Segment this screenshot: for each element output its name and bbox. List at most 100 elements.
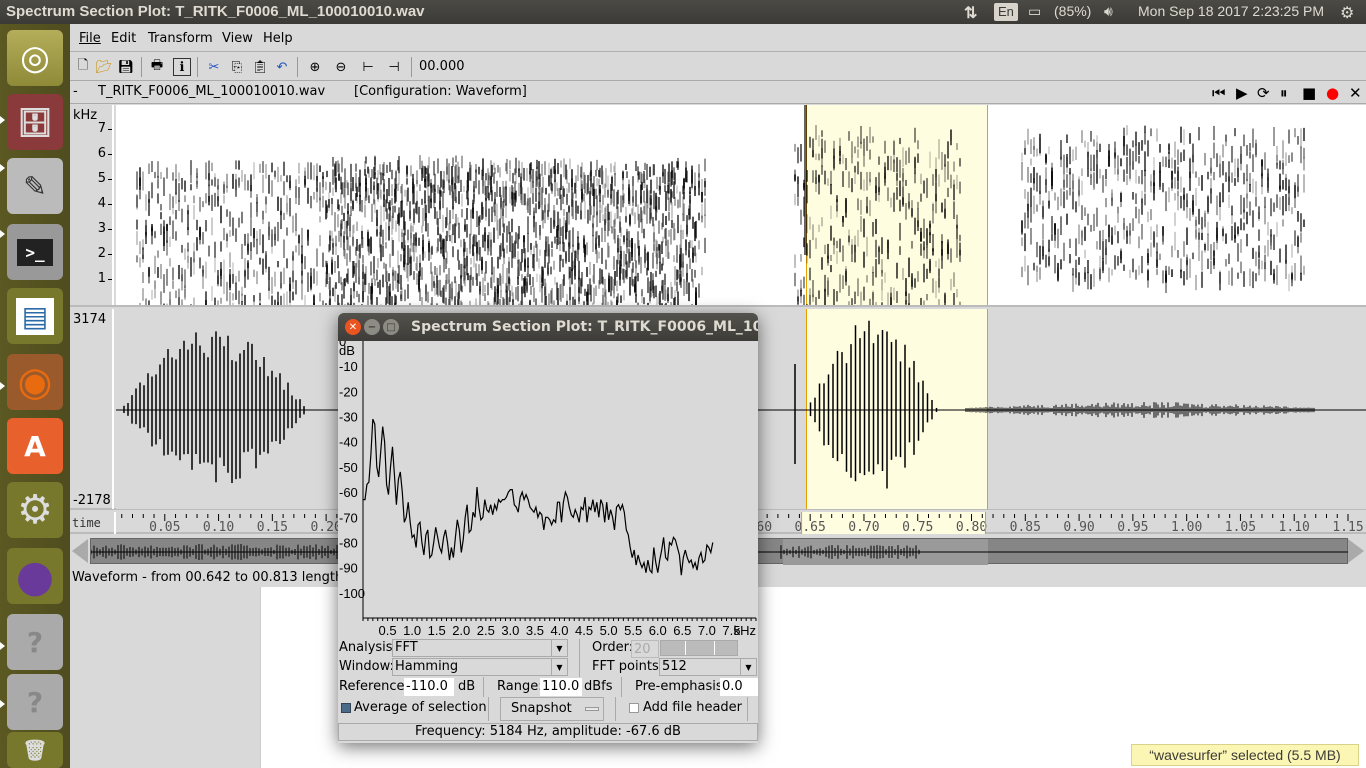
spectrogram-pane[interactable]: kHz 7654321 [70, 105, 1366, 307]
order-input[interactable]: 20 [631, 640, 659, 658]
time-tick-label: 1.10 [1279, 520, 1310, 534]
close-pane-icon[interactable]: ✕ [1349, 84, 1362, 102]
spectrogram-cell [688, 250, 690, 258]
keyboard-layout-indicator[interactable]: En [994, 3, 1018, 21]
order-slider-handle[interactable] [685, 641, 715, 655]
spectrogram-cell [286, 202, 288, 212]
spectrogram-cell [620, 295, 622, 303]
spectrogram-cell [550, 217, 552, 234]
preemphasis-input[interactable]: 0.0 [720, 678, 758, 696]
menu-transform[interactable]: Transform [148, 31, 213, 46]
record-icon[interactable]: ● [1326, 84, 1339, 102]
spectrogram-cell [214, 192, 216, 207]
spectrogram-cell [1036, 272, 1038, 282]
spectrogram-cell [1063, 154, 1065, 168]
print-icon[interactable]: 🖶 [148, 58, 166, 76]
zoom-selection-icon[interactable]: ⊢ [359, 58, 377, 76]
spectrum-plot[interactable]: 0 -10 -20 -30 -40 -50 -60 -70 -80 -90 -100 dB 0.5 1.0… [338, 334, 758, 646]
minimize-window-icon[interactable]: − [364, 319, 380, 335]
launcher-item-settings[interactable]: ⚙ [7, 482, 63, 538]
menu-help[interactable]: Help [263, 31, 293, 46]
menu-view[interactable]: View [222, 31, 253, 46]
pane-menu-dash[interactable]: - [73, 84, 78, 99]
spectrogram-cell [839, 274, 841, 293]
cut-icon[interactable]: ✂ [205, 58, 223, 76]
stop-icon[interactable]: ■ [1302, 84, 1316, 102]
spectrogram-cell [629, 239, 631, 248]
spectrogram-cell [863, 138, 865, 156]
launcher-item-eclipse[interactable]: ● [7, 548, 63, 604]
spectrogram-cell [368, 195, 370, 204]
spectrogram-cell [812, 224, 814, 241]
new-file-icon[interactable]: 🗋 [74, 58, 92, 76]
open-folder-icon[interactable]: 📂︎ [95, 58, 113, 76]
zoom-fit-icon[interactable]: ⊣ [385, 58, 403, 76]
launcher-item-trash[interactable]: 🗑︎ [7, 732, 63, 768]
spectrogram-cell [575, 188, 577, 199]
clock[interactable]: Mon Sep 18 2017 2:23:25 PM [1138, 3, 1324, 19]
spectrogram-cell [827, 277, 829, 297]
spectrogram-cell [566, 211, 568, 232]
fft-points-select[interactable]: 512 ▼ [659, 658, 757, 676]
dialog-title-bar[interactable]: ✕ − □ Spectrum Section Plot: T_RITK_F000… [338, 313, 758, 341]
scroll-right-arrow[interactable] [1348, 539, 1364, 563]
spectrogram-cell [350, 188, 352, 204]
paste-icon[interactable]: 📋︎ [251, 58, 269, 76]
maximize-window-icon[interactable]: □ [383, 319, 399, 335]
spectrogram-cell [1261, 185, 1263, 195]
network-icon[interactable]: ⇅ [964, 3, 977, 23]
launcher-item-unknown-1[interactable]: ? [7, 614, 63, 670]
spectrogram-cell [377, 170, 379, 180]
launcher-item-impress[interactable]: ▤ [7, 288, 63, 344]
analysis-select[interactable]: FFT ▼ [392, 639, 568, 657]
spectrogram-cell [896, 291, 898, 303]
menu-file[interactable]: File [79, 31, 101, 46]
battery-icon[interactable]: ▭ [1028, 3, 1041, 20]
battery-percent[interactable]: (85%) [1054, 3, 1091, 19]
save-disk-icon[interactable]: 💾︎ [117, 58, 135, 76]
spectrogram-cell [529, 301, 531, 305]
spectrogram-cell [794, 272, 796, 287]
spectrum-chart[interactable]: 0-10-20-30-40-50-60-70-80-90-100dB0.5 1.0… [338, 334, 758, 646]
window-select[interactable]: Hamming ▼ [392, 658, 568, 676]
power-gear-icon[interactable]: ⚙ [1340, 3, 1354, 23]
launcher-item-dash[interactable]: ◎ [7, 30, 63, 86]
properties-icon[interactable]: ℹ [173, 58, 191, 76]
spectrogram-cell [1111, 192, 1113, 201]
pause-icon[interactable]: ⏸ [1280, 84, 1288, 102]
spectrogram-cell [1249, 151, 1251, 159]
launcher-item-firefox[interactable]: ◉ [7, 354, 63, 410]
add-file-header-checkbox[interactable] [629, 703, 639, 713]
zoom-out-icon[interactable]: ⊖ [332, 58, 350, 76]
zoom-in-icon[interactable]: ⊕ [306, 58, 324, 76]
play-icon[interactable]: ▶ [1236, 84, 1248, 102]
spectrogram-cell [571, 268, 573, 285]
spectrogram-cell [815, 153, 817, 160]
spectrogram-cell [569, 286, 571, 301]
spectrogram-cell [926, 268, 928, 279]
volume-icon[interactable]: 🔊︎ [1104, 3, 1113, 20]
order-slider[interactable] [660, 640, 738, 656]
copy-icon[interactable]: ⎘ [228, 58, 246, 76]
spectrogram-cell [353, 302, 355, 305]
launcher-item-terminal[interactable]: >_ [7, 224, 63, 280]
undo-icon[interactable]: ↶ [273, 58, 291, 76]
spectrogram-image[interactable] [116, 105, 1366, 305]
launcher-item-text-editor[interactable]: ✎ [7, 158, 63, 214]
launcher-item-unknown-2[interactable]: ? [7, 674, 63, 730]
menu-edit[interactable]: Edit [111, 31, 136, 46]
play-loop-icon[interactable]: ⟳ [1257, 84, 1270, 102]
launcher-item-software-center[interactable]: A [7, 418, 63, 474]
spectrogram-cell [1027, 203, 1029, 218]
reference-input[interactable]: -110.0 [404, 678, 454, 696]
average-checkbox[interactable] [341, 703, 351, 713]
spectrogram-cell [560, 254, 562, 261]
snapshot-button[interactable]: Snapshot [500, 697, 604, 721]
scroll-left-arrow[interactable] [72, 539, 88, 563]
skip-back-icon[interactable]: ⏮ [1212, 84, 1226, 102]
launcher-item-files[interactable]: 🗄︎ [7, 94, 63, 150]
close-window-icon[interactable]: ✕ [345, 319, 361, 335]
spectrogram-cell [917, 220, 919, 232]
reference-unit: dB [458, 679, 476, 694]
range-input[interactable]: 110.0 [540, 678, 582, 696]
